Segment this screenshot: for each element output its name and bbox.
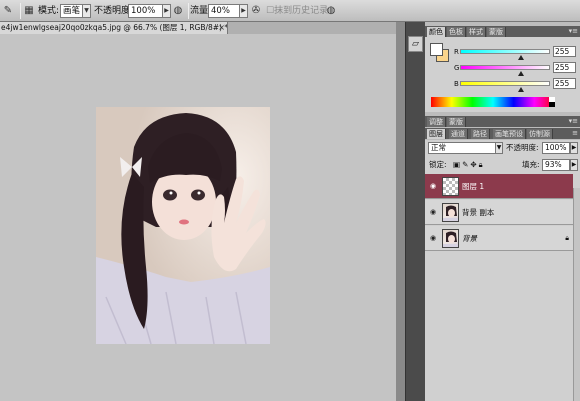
layer-opacity-arrow[interactable]: ▶	[570, 142, 578, 154]
opacity-input[interactable]: 100%	[128, 4, 163, 18]
layer-row[interactable]: ◉ 图层 1	[425, 174, 573, 199]
layer-opacity-input[interactable]: 100%	[542, 142, 570, 154]
history-panel-icon[interactable]: ⏥	[408, 36, 423, 52]
mode-label: 模式:	[38, 6, 60, 16]
blue-slider[interactable]	[460, 81, 550, 86]
layer-name: 图层 1	[462, 182, 485, 191]
green-value-input[interactable]: 255	[553, 62, 576, 73]
green-slider[interactable]	[460, 65, 550, 70]
red-slider[interactable]	[460, 49, 550, 54]
red-slider-handle[interactable]	[518, 55, 524, 60]
flow-slider-arrow[interactable]: ▶	[239, 4, 248, 18]
fill-input[interactable]: 93%	[542, 159, 570, 171]
blend-mode-dropdown-arrow[interactable]: ▼	[495, 142, 503, 154]
airbrush-icon[interactable]: ✇	[249, 4, 263, 18]
layers-panel: 正常 ▼ 不透明度: 100% ▶ 锁定: ▣✎✥🔒︎ 填充: 93% ▶ ◉ …	[425, 140, 580, 401]
blend-mode-select[interactable]: 正常	[428, 142, 496, 154]
tab-color[interactable]: 颜色	[427, 27, 446, 37]
layer-thumbnail	[442, 177, 459, 196]
foreground-color-swatch[interactable]	[430, 43, 443, 56]
blue-label: B	[454, 80, 459, 88]
document-tab[interactable]: e4jw1enwlgseaj20qo0zkqa5.jpg @ 66.7% (图层…	[0, 22, 228, 34]
color-panel-tabs: 颜色 色板 样式 蒙版 ▾≡	[425, 26, 580, 37]
lock-options-icons[interactable]: ▣✎✥🔒︎	[453, 160, 485, 170]
layer-row[interactable]: ◉ 背景 副本	[425, 200, 573, 225]
layer-name: 背景 副本	[462, 208, 495, 217]
layer-row[interactable]: ◉ 背景 🔒︎	[425, 226, 573, 251]
tab-channels[interactable]: 通道	[449, 129, 468, 139]
tab-styles[interactable]: 样式	[467, 27, 486, 37]
tab-masks-2[interactable]: 蒙版	[447, 117, 466, 127]
color-spectrum-ramp[interactable]	[431, 97, 555, 107]
document-image[interactable]	[96, 107, 270, 344]
layers-panel-tabs: 图层 通道 路径 画笔预设 仿制源 ≡	[425, 128, 580, 139]
collapsed-panel-dock: ⏥	[405, 22, 425, 401]
layer-opacity-label: 不透明度:	[506, 143, 539, 152]
separator	[188, 3, 189, 19]
tab-clone-source[interactable]: 仿制源	[527, 129, 553, 139]
canvas-vertical-scrollbar[interactable]	[396, 22, 405, 401]
adjust-panel-tabs: 调整 蒙版 ▾≡	[425, 116, 580, 127]
panel-dock: 颜色 色板 样式 蒙版 ▾≡ R 255 G 255 B 255 调整 蒙版 ▾…	[425, 22, 580, 401]
layers-scrollbar[interactable]	[573, 188, 580, 401]
portrait-illustration	[96, 107, 270, 344]
tab-adjustments[interactable]: 调整	[427, 117, 446, 127]
color-panel: R 255 G 255 B 255	[425, 37, 580, 112]
tab-masks[interactable]: 蒙版	[487, 27, 506, 37]
layer-name: 背景	[462, 234, 477, 243]
visibility-eye-icon[interactable]: ◉	[428, 206, 438, 218]
flow-input[interactable]: 40%	[208, 4, 240, 18]
tab-swatches[interactable]: 色板	[447, 27, 466, 37]
fill-arrow[interactable]: ▶	[570, 159, 578, 171]
lock-icon: 🔒︎	[565, 234, 569, 242]
green-label: G	[454, 64, 460, 72]
blue-slider-handle[interactable]	[518, 87, 524, 92]
layer-thumbnail	[442, 229, 459, 248]
erase-to-history-option[interactable]: ☐抹到历史记录	[266, 4, 328, 18]
mode-select[interactable]: 画笔	[60, 4, 83, 18]
erase-history-label: 抹到历史记录	[274, 6, 329, 16]
blue-value-input[interactable]: 255	[553, 78, 576, 89]
tablet-pressure-size-icon[interactable]: ◍	[324, 4, 338, 18]
document-title: e4jw1enwlgseaj20qo0zkqa5.jpg @ 66.7% (图层…	[1, 23, 228, 32]
options-bar: ✎ ▦ 模式: 画笔 ▼ 不透明度: 100% ▶ ◍ 流量: 40% ▶ ✇ …	[0, 0, 580, 22]
tab-layers[interactable]: 图层	[427, 129, 446, 139]
tablet-pressure-opacity-icon[interactable]: ◍	[171, 4, 185, 18]
close-tab-icon[interactable]: ×	[218, 22, 225, 34]
visibility-eye-icon[interactable]: ◉	[428, 232, 438, 244]
tab-strip	[228, 22, 396, 34]
checkbox-icon[interactable]: ☐	[266, 6, 274, 16]
tab-paths[interactable]: 路径	[471, 129, 490, 139]
panel-menu-icon[interactable]: ▾≡	[569, 116, 578, 127]
separator	[20, 3, 21, 19]
black-white-ramp[interactable]	[549, 97, 555, 107]
brush-preset-icon[interactable]: ✎	[1, 4, 15, 18]
mode-dropdown-arrow[interactable]: ▼	[82, 4, 91, 18]
lock-label: 锁定:	[429, 160, 447, 169]
panel-menu-icon[interactable]: ▾≡	[569, 26, 578, 37]
red-value-input[interactable]: 255	[553, 46, 576, 57]
red-label: R	[454, 48, 459, 56]
panel-menu-icon[interactable]: ≡	[572, 128, 578, 139]
toggle-brush-panel-icon[interactable]: ▦	[22, 4, 36, 18]
opacity-slider-arrow[interactable]: ▶	[162, 4, 171, 18]
fill-label: 填充:	[522, 160, 540, 169]
layer-thumbnail	[442, 203, 459, 222]
visibility-eye-icon[interactable]: ◉	[428, 180, 438, 192]
green-slider-handle[interactable]	[518, 71, 524, 76]
canvas-area[interactable]	[0, 34, 396, 401]
tab-brush-presets[interactable]: 画笔预设	[493, 129, 526, 139]
